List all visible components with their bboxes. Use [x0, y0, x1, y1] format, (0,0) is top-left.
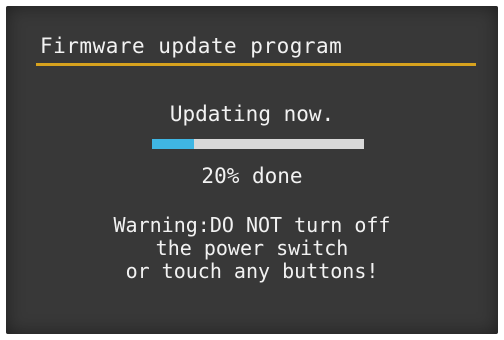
- progress-label: 20% done: [201, 164, 303, 188]
- update-status-text: Updating now.: [169, 102, 335, 126]
- title-underline: [36, 63, 476, 66]
- screen-title: Firmware update program: [40, 34, 343, 58]
- warning-line-2: the power switch: [155, 236, 349, 260]
- firmware-update-screen: Firmware update program Updating now. 20…: [6, 6, 498, 334]
- progress-bar-fill: [152, 139, 195, 149]
- warning-line-1: Warning:DO NOT turn off: [113, 213, 391, 237]
- warning-line-3: or touch any buttons!: [125, 259, 379, 283]
- progress-bar: [152, 139, 364, 149]
- warning-message: Warning:DO NOT turn off the power switch…: [6, 214, 498, 283]
